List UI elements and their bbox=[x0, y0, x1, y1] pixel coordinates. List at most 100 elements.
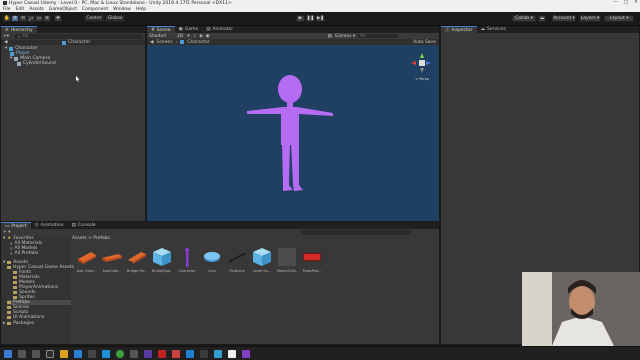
store-icon[interactable] bbox=[88, 350, 96, 358]
asset-mainpcylinder[interactable]: MainpCylin... bbox=[277, 247, 297, 273]
asset-bridge-piece[interactable]: Bridge Pie... bbox=[127, 247, 147, 273]
step-button[interactable]: ▶❚ bbox=[316, 15, 325, 22]
effects-icon[interactable]: ◈ bbox=[199, 34, 202, 39]
tab-animator[interactable]: ▤ Animator bbox=[202, 26, 237, 33]
app-icon[interactable] bbox=[186, 350, 194, 358]
menu-window[interactable]: Window bbox=[113, 7, 131, 12]
rotate-tool-button[interactable]: ⟲ bbox=[19, 15, 27, 22]
app-icon[interactable] bbox=[144, 350, 152, 358]
tab-inspector[interactable]: ⓘ Inspector bbox=[441, 26, 477, 33]
blue-cube-icon bbox=[152, 247, 172, 267]
add-button[interactable]: +▾ bbox=[3, 34, 11, 39]
scale-tool-button[interactable]: ⤢ bbox=[27, 15, 35, 22]
play-button[interactable]: ▶ bbox=[296, 15, 305, 22]
layers-dropdown[interactable]: Layers ▾ bbox=[579, 15, 601, 22]
asset-trapsprefab[interactable]: TrapsProf... bbox=[302, 247, 322, 273]
breadcrumb-scenes[interactable]: Scenes bbox=[156, 40, 172, 45]
gameobject-icon bbox=[14, 56, 19, 61]
menu-edit[interactable]: Edit bbox=[16, 7, 25, 12]
transform-tool-button[interactable]: ⊕ bbox=[43, 15, 51, 22]
create-button[interactable]: + ▾ bbox=[3, 230, 10, 235]
project-search-input[interactable] bbox=[301, 230, 411, 235]
account-dropdown[interactable]: Account ▾ bbox=[552, 15, 576, 22]
move-tool-button[interactable]: ✥ bbox=[11, 15, 19, 22]
space-toggle[interactable]: Global bbox=[105, 15, 125, 22]
shading-dropdown[interactable]: Shaded bbox=[149, 34, 166, 39]
asset-label: Character bbox=[178, 269, 196, 273]
gizmos-dropdown[interactable]: Gizmos ▾ bbox=[335, 34, 355, 39]
scene-viewport[interactable]: < Persp bbox=[147, 45, 439, 221]
asset-label: Axe Cube... bbox=[77, 269, 97, 273]
app-icon[interactable] bbox=[130, 350, 138, 358]
search-icon[interactable] bbox=[18, 350, 26, 358]
folder-ui-animations[interactable]: UI Animations bbox=[7, 315, 44, 320]
asset-level-spawner[interactable]: Level Sp... bbox=[252, 247, 272, 273]
hierarchy-item-cylindersound[interactable]: CylinderSound bbox=[17, 61, 56, 66]
menu-help[interactable]: Help bbox=[136, 7, 146, 12]
chrome-browser-icon[interactable] bbox=[116, 350, 124, 358]
app-icon[interactable] bbox=[200, 350, 208, 358]
expand-arrow-icon: ▾ bbox=[10, 56, 13, 61]
edge-browser-icon[interactable] bbox=[102, 350, 110, 358]
rect-tool-button[interactable]: ▭ bbox=[35, 15, 43, 22]
folder-icon bbox=[7, 266, 11, 269]
search-icon: ⌕ bbox=[18, 34, 21, 40]
unity-taskbar-icon[interactable] bbox=[228, 350, 236, 358]
scene-header[interactable]: ◀ Character bbox=[1, 40, 145, 45]
breadcrumb-separator: › bbox=[175, 39, 178, 45]
cloud-icon: ☁ bbox=[480, 27, 486, 32]
back-arrow-icon[interactable]: ◀ bbox=[4, 40, 7, 45]
asset-coin[interactable]: Coin bbox=[202, 247, 222, 273]
asset-bridge-spawner[interactable]: BridgeSpa... bbox=[152, 247, 172, 273]
layout-dropdown[interactable]: Layout ▾ bbox=[604, 15, 634, 22]
menu-assets[interactable]: Assets bbox=[29, 7, 44, 12]
custom-tool-button[interactable]: ✚ bbox=[54, 15, 62, 22]
packages-root[interactable]: ▸ Packages bbox=[3, 321, 34, 326]
asset-finalline[interactable]: FinalLine bbox=[227, 247, 247, 273]
asset-label: TrapsProf... bbox=[302, 269, 322, 273]
project-breadcrumb[interactable]: Assets > Prefabs bbox=[72, 236, 110, 241]
pause-button[interactable]: ❚❚ bbox=[306, 15, 315, 22]
app-window-icon[interactable] bbox=[46, 350, 54, 358]
mail-icon[interactable] bbox=[74, 350, 82, 358]
tab-game[interactable]: ▣ Game bbox=[175, 26, 203, 33]
menu-gameobject[interactable]: GameObject bbox=[49, 7, 77, 12]
windows-start-icon[interactable] bbox=[4, 350, 12, 358]
tab-scene[interactable]: # Scene bbox=[147, 26, 175, 33]
asset-label: FinalLine bbox=[229, 269, 245, 273]
orientation-gizmo[interactable]: < Persp bbox=[409, 51, 435, 81]
app-icon[interactable] bbox=[214, 350, 222, 358]
lighting-icon[interactable]: ☀ bbox=[186, 34, 190, 39]
scene-search-input[interactable]: All bbox=[358, 34, 399, 39]
visual-studio-icon[interactable] bbox=[242, 350, 250, 358]
task-view-icon[interactable] bbox=[32, 350, 40, 358]
file-explorer-icon[interactable] bbox=[60, 350, 68, 358]
tab-animation[interactable]: ◷ Animation bbox=[31, 222, 68, 229]
camera-settings-icon[interactable]: ▤ bbox=[328, 34, 332, 39]
tab-console[interactable]: ▤ Console bbox=[68, 222, 100, 229]
asset-character[interactable]: Character bbox=[177, 247, 197, 273]
favorite-all-prefabs[interactable]: ⌕ All Prefabs bbox=[10, 251, 38, 257]
menu-component[interactable]: Component bbox=[82, 7, 108, 12]
tab-hierarchy[interactable]: ≡ Hierarchy bbox=[1, 26, 37, 33]
menu-file[interactable]: File bbox=[3, 7, 11, 12]
hand-tool-button[interactable]: ✋ bbox=[3, 15, 11, 22]
autosave-toggle[interactable]: Auto Save bbox=[413, 40, 436, 45]
app-icon[interactable] bbox=[158, 350, 166, 358]
pivot-toggle[interactable]: Center bbox=[84, 15, 104, 22]
collab-dropdown[interactable]: Collab ▾ bbox=[512, 15, 536, 22]
asset-axe-cube-1[interactable]: Axe Cube... bbox=[77, 247, 97, 273]
breadcrumb-character[interactable]: Character bbox=[187, 40, 209, 45]
persp-label[interactable]: < Persp bbox=[409, 77, 435, 81]
audio-icon[interactable]: ♪ bbox=[193, 34, 196, 39]
scene-title: Character bbox=[68, 40, 91, 45]
tab-services[interactable]: ☁ Services bbox=[477, 26, 510, 33]
cloud-icon[interactable]: ☁ bbox=[538, 15, 546, 22]
back-arrow-icon[interactable]: ◀ bbox=[150, 40, 153, 45]
hidden-objects-icon[interactable]: ◉ bbox=[206, 34, 210, 39]
asset-axe-cube-2[interactable]: AxeCube... bbox=[102, 247, 122, 273]
2d-toggle[interactable]: 2D bbox=[177, 34, 183, 39]
tab-project[interactable]: ▭ Project bbox=[1, 222, 31, 229]
hierarchy-search-input[interactable]: ⌕ All bbox=[15, 34, 143, 40]
app-icon[interactable] bbox=[172, 350, 180, 358]
